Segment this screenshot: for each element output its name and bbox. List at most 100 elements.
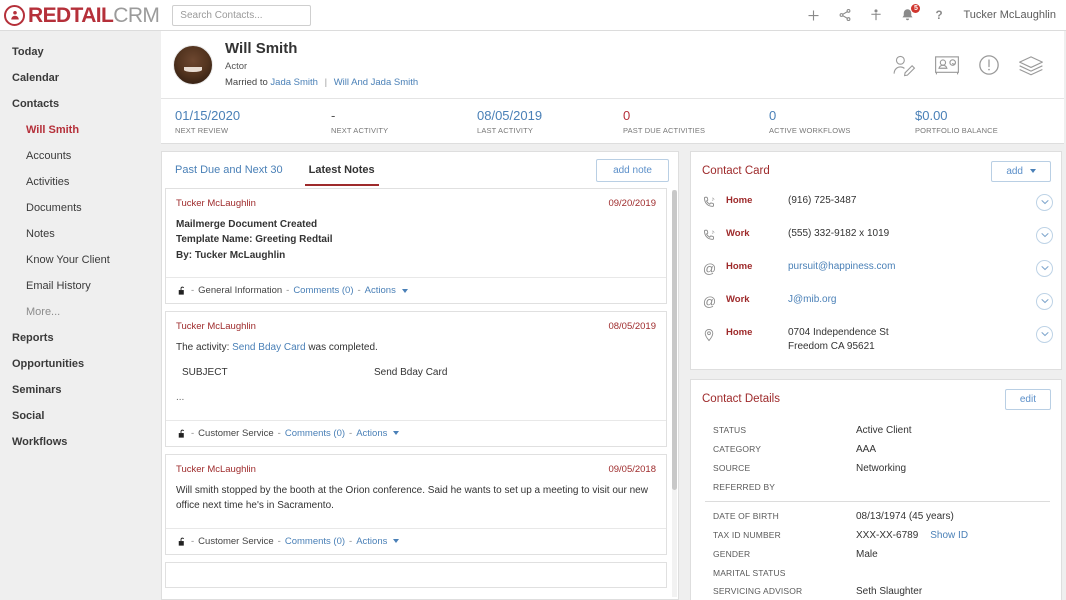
contact-role: Actor: [225, 59, 418, 75]
sidebar-item-workflows[interactable]: Workflows: [0, 429, 160, 455]
sidebar-item-calendar[interactable]: Calendar: [0, 65, 160, 91]
note-actions-link[interactable]: Actions: [356, 536, 387, 547]
contact-card-value-line: (555) 332-9182 x 1019: [788, 227, 1036, 242]
sidebar-item-reports[interactable]: Reports: [0, 325, 160, 351]
redtail-logo-icon: [4, 5, 25, 26]
chevron-down-icon[interactable]: [1036, 227, 1053, 244]
household-link[interactable]: Will And Jada Smith: [334, 77, 418, 88]
tab-past-due-and-next-30[interactable]: Past Due and Next 30: [171, 161, 287, 186]
contact-card-icon[interactable]: [934, 54, 960, 76]
notes-scroll-area: Tucker McLaughlin09/20/2019Mailmerge Doc…: [162, 188, 678, 599]
note-actions-link[interactable]: Actions: [365, 285, 396, 296]
contact-details-edit-button[interactable]: edit: [1005, 389, 1051, 410]
note-author[interactable]: Tucker McLaughlin: [176, 321, 256, 332]
note-comments-link[interactable]: Comments (0): [285, 428, 345, 439]
search-input[interactable]: [172, 5, 311, 26]
sidebar-item-will-smith[interactable]: Will Smith: [0, 117, 160, 143]
show-id-link[interactable]: Show ID: [930, 530, 968, 541]
chevron-down-icon[interactable]: [1036, 326, 1053, 343]
sidebar-item-documents[interactable]: Documents: [0, 195, 160, 221]
chevron-down-icon[interactable]: [1036, 194, 1053, 211]
contact-detail-key: DATE OF BIRTH: [713, 511, 856, 521]
share-icon[interactable]: [838, 8, 852, 22]
contact-card-row-value[interactable]: pursuit@happiness.com: [788, 260, 1036, 275]
note-author[interactable]: Tucker McLaughlin: [176, 464, 256, 475]
contact-card-row-label: Home: [726, 260, 788, 272]
current-user-name[interactable]: Tucker McLaughlin: [963, 9, 1056, 21]
note-comments-link[interactable]: Comments (0): [293, 285, 353, 296]
unlock-icon[interactable]: [176, 428, 187, 439]
note-line: Will smith stopped by the booth at the O…: [176, 483, 656, 514]
contact-details-panel: Contact Details edit STATUSActive Client…: [690, 379, 1062, 600]
contact-detail-value: Male: [856, 549, 878, 560]
stat-value-past-due-activities[interactable]: 0: [623, 107, 745, 125]
note-line: By: Tucker McLaughlin: [176, 248, 656, 264]
contact-detail-row: DATE OF BIRTH08/13/1974 (45 years): [691, 507, 1061, 526]
help-icon[interactable]: ?: [932, 8, 946, 22]
plus-icon[interactable]: [806, 8, 821, 23]
notes-scrollbar-thumb[interactable]: [672, 190, 677, 490]
stat-value-next-activity[interactable]: -: [331, 107, 453, 125]
related-person-link[interactable]: Jada Smith: [270, 77, 318, 88]
contact-details-header: Contact Details edit: [691, 380, 1061, 416]
alert-icon[interactable]: [978, 54, 1000, 76]
stat-value-next-review[interactable]: 01/15/2020: [175, 107, 307, 125]
sidebar-item-opportunities[interactable]: Opportunities: [0, 351, 160, 377]
stat-value-active-workflows[interactable]: 0: [769, 107, 891, 125]
bell-icon[interactable]: 5: [900, 8, 915, 23]
note-date: 09/05/2018: [608, 464, 656, 475]
add-note-button[interactable]: add note: [596, 159, 669, 182]
sidebar-item-more[interactable]: More...: [0, 299, 160, 325]
sidebar-item-seminars[interactable]: Seminars: [0, 377, 160, 403]
unlock-icon[interactable]: [176, 285, 187, 296]
layers-icon[interactable]: [1018, 54, 1044, 76]
sidebar-item-accounts[interactable]: Accounts: [0, 143, 160, 169]
stat-value-last-activity[interactable]: 08/05/2019: [477, 107, 599, 125]
contact-card-add-button[interactable]: add: [991, 161, 1051, 182]
tab-latest-notes[interactable]: Latest Notes: [305, 161, 379, 186]
contact-detail-key: CATEGORY: [713, 444, 856, 454]
stat-value-portfolio-balance[interactable]: $0.00: [915, 107, 1037, 125]
note-comments-link[interactable]: Comments (0): [285, 536, 345, 547]
edit-contact-icon[interactable]: [891, 53, 916, 77]
contact-detail-key: STATUS: [713, 425, 856, 435]
note-actions-link[interactable]: Actions: [356, 428, 387, 439]
location-icon: [702, 326, 726, 348]
top-bar: REDTAILCRM 5 ? Tucker McLaughlin: [0, 0, 1066, 31]
contact-detail-value: XXX-XX-6789Show ID: [856, 530, 968, 541]
sidebar: TodayCalendarContactsWill SmithAccountsA…: [0, 31, 160, 600]
sidebar-item-notes[interactable]: Notes: [0, 221, 160, 247]
sidebar-item-activities[interactable]: Activities: [0, 169, 160, 195]
chevron-down-icon[interactable]: [1036, 293, 1053, 310]
note-ellipsis: ...: [176, 390, 656, 406]
sidebar-item-email-history[interactable]: Email History: [0, 273, 160, 299]
sidebar-item-know-your-client[interactable]: Know Your Client: [0, 247, 160, 273]
sidebar-item-social[interactable]: Social: [0, 403, 160, 429]
sidebar-item-today[interactable]: Today: [0, 39, 160, 65]
contact-card-row-value[interactable]: J@mib.org: [788, 293, 1036, 308]
contact-detail-value: Seth Slaughter: [856, 586, 922, 597]
contact-card-value-link[interactable]: J@mib.org: [788, 294, 837, 305]
email-icon: @: [702, 293, 726, 314]
person-icon[interactable]: [869, 8, 883, 23]
unlock-icon[interactable]: [176, 536, 187, 547]
contact-detail-key: TAX ID NUMBER: [713, 530, 856, 540]
note-category: General Information: [198, 285, 282, 296]
contact-card-row-value: 0704 Independence StFreedom CA 95621: [788, 326, 1036, 355]
contact-detail-key: REFERRED BY: [713, 482, 856, 492]
contact-card-value-link[interactable]: pursuit@happiness.com: [788, 261, 895, 272]
chevron-down-icon[interactable]: [1036, 260, 1053, 277]
note-subject-key: SUBJECT: [182, 365, 374, 381]
activity-link[interactable]: Send Bday Card: [232, 342, 305, 353]
footer-dash-1: -: [191, 428, 194, 439]
sidebar-item-contacts[interactable]: Contacts: [0, 91, 160, 117]
contact-card-rows: Home(916) 725-3487Work(555) 332-9182 x 1…: [691, 188, 1061, 361]
footer-dash-1: -: [191, 536, 194, 547]
note-line: Mailmerge Document Created: [176, 217, 656, 233]
app-logo[interactable]: REDTAILCRM: [0, 5, 159, 26]
footer-dash-2: -: [286, 285, 289, 296]
contact-card-value-line: 0704 Independence St: [788, 326, 1036, 341]
note-author[interactable]: Tucker McLaughlin: [176, 198, 256, 209]
contact-card-row-label: Work: [726, 293, 788, 305]
contact-card-row-label: Work: [726, 227, 788, 239]
